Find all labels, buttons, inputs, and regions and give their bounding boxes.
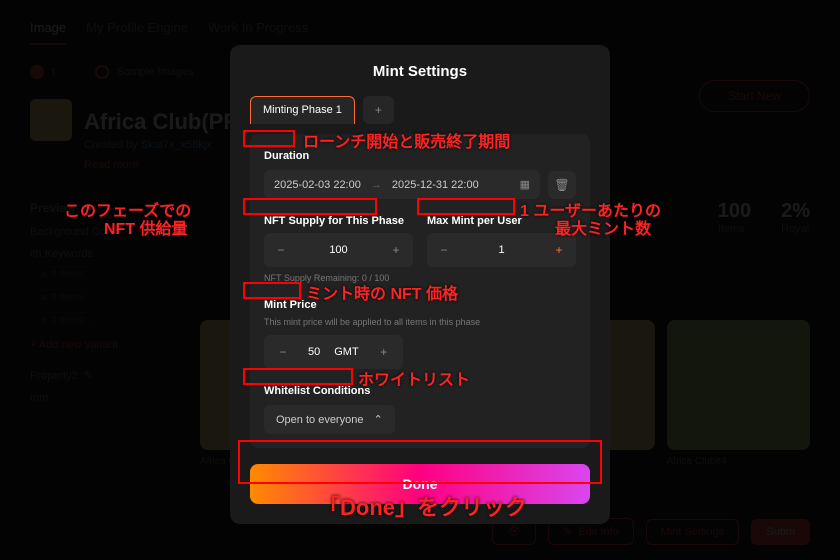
price-plus[interactable]: +	[373, 341, 395, 363]
annot-text-done: 「Done」をクリック	[318, 490, 527, 522]
date-start: 2025-02-03 22:00	[274, 179, 361, 191]
calendar-icon[interactable]: ▦	[520, 178, 530, 191]
maxmint-stepper: − 1 +	[427, 233, 576, 267]
whitelist-value: Open to everyone	[276, 414, 363, 426]
supply-value[interactable]: 100	[329, 244, 347, 256]
maxmint-minus[interactable]: −	[433, 239, 455, 261]
whitelist-label: Whitelist Conditions	[264, 385, 370, 397]
maxmint-plus[interactable]: +	[548, 239, 570, 261]
annot-box-duration	[243, 130, 295, 147]
delete-phase-button[interactable]: 🗑	[548, 171, 576, 199]
add-phase-button[interactable]: +	[363, 96, 394, 124]
annot-box-done	[238, 440, 602, 484]
plus-icon: +	[375, 103, 382, 117]
whitelist-select[interactable]: Open to everyone ⌃	[264, 405, 395, 434]
annot-text-price: ミント時の NFT 価格	[306, 280, 458, 304]
date-end: 2025-12-31 22:00	[392, 179, 479, 191]
annot-box-supply	[243, 198, 377, 215]
supply-minus[interactable]: −	[270, 239, 292, 261]
annot-text-supply-2: NFT 供給量	[104, 215, 188, 239]
maxmint-value[interactable]: 1	[498, 244, 504, 256]
price-unit: GMT	[334, 346, 358, 358]
annot-text-duration: ローンチ開始と販売終了期間	[303, 128, 510, 152]
annot-text-maxmint-2: 最大ミント数	[555, 215, 651, 239]
arrow-right-icon: →	[371, 179, 382, 191]
annot-box-whitelist	[243, 368, 353, 385]
phase-tab-1[interactable]: Minting Phase 1	[250, 96, 355, 124]
annot-text-whitelist: ホワイトリスト	[358, 366, 470, 390]
modal-title: Mint Settings	[250, 63, 590, 80]
price-value[interactable]: 50	[308, 346, 320, 358]
chevron-up-icon: ⌃	[373, 413, 382, 426]
price-hint: This mint price will be applied to all i…	[264, 317, 576, 327]
annot-box-maxmint	[417, 198, 515, 215]
date-range-input[interactable]: 2025-02-03 22:00 → 2025-12-31 22:00 ▦	[264, 170, 540, 199]
annot-box-price	[243, 282, 301, 299]
supply-label: NFT Supply for This Phase	[264, 215, 404, 227]
price-minus[interactable]: −	[272, 341, 294, 363]
trash-icon: 🗑	[554, 178, 569, 192]
price-stepper: − 50 GMT +	[264, 335, 403, 369]
supply-stepper: − 100 +	[264, 233, 413, 267]
supply-plus[interactable]: +	[385, 239, 407, 261]
maxmint-label: Max Mint per User	[427, 215, 522, 227]
